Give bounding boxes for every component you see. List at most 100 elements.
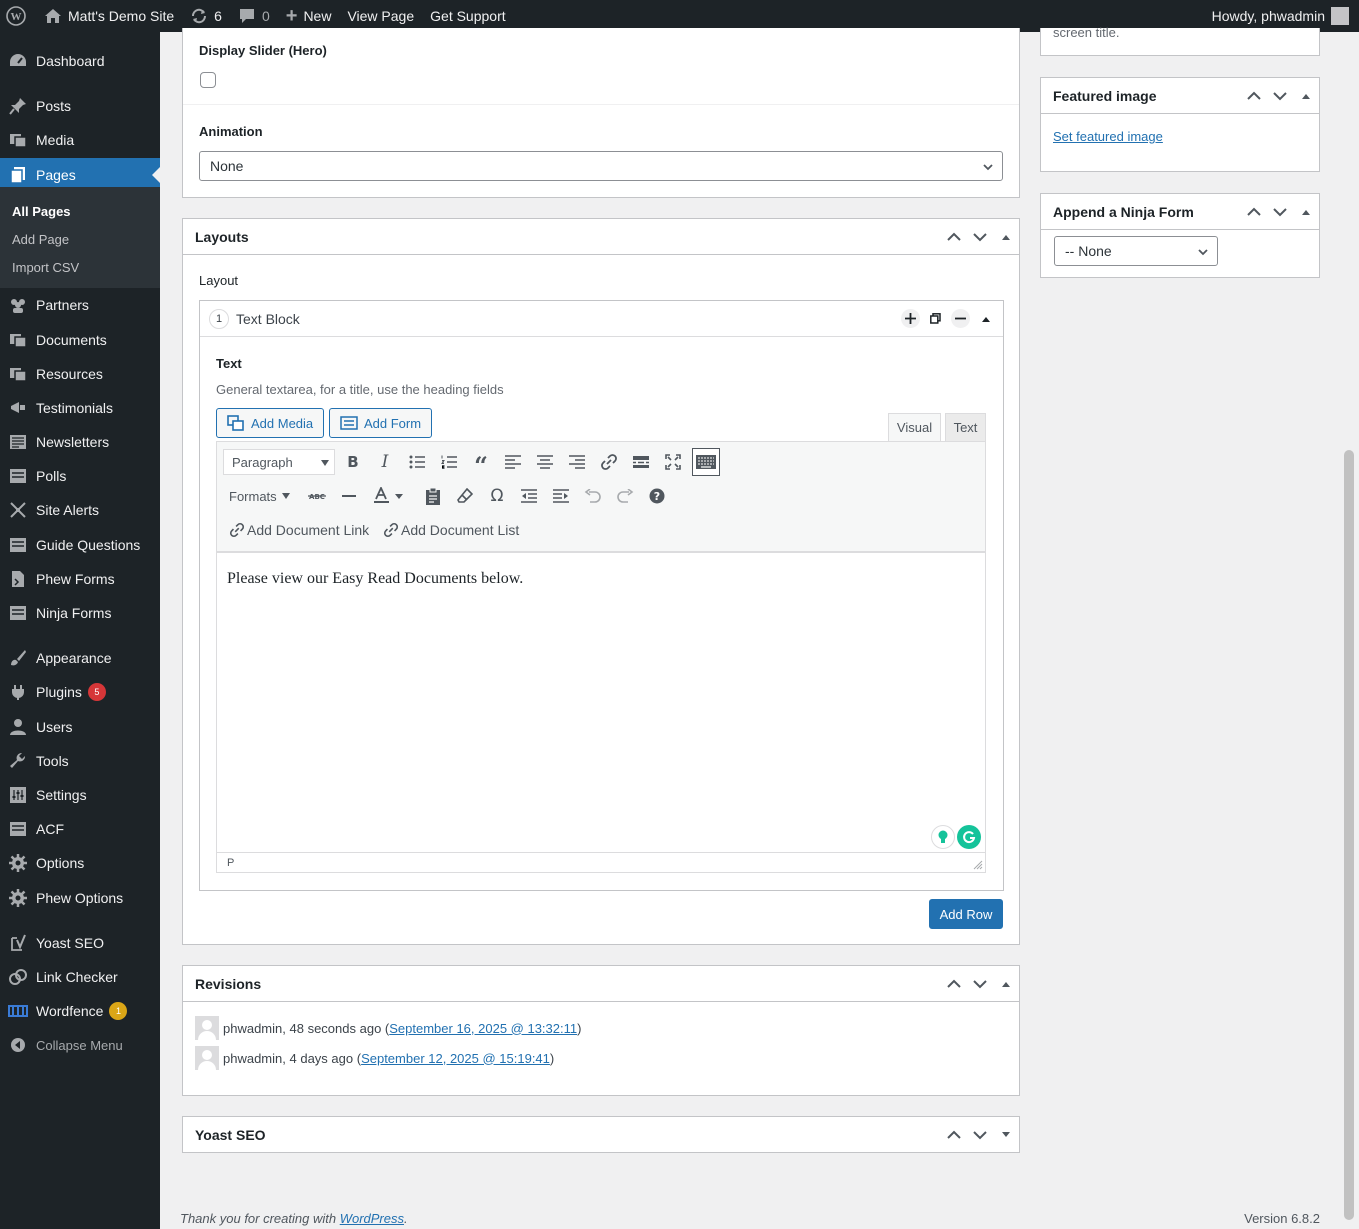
blockquote-button[interactable]: “: [468, 449, 494, 479]
menu-ninja-forms[interactable]: Ninja Forms: [0, 596, 160, 630]
formats-menu[interactable]: Formats: [229, 483, 290, 509]
insert-link-button[interactable]: [596, 449, 622, 475]
menu-newsletters[interactable]: Newsletters: [0, 425, 160, 459]
menu-acf[interactable]: ACF: [0, 812, 160, 846]
grammarly-widget[interactable]: [931, 823, 983, 851]
strikethrough-button[interactable]: ABC: [304, 483, 330, 509]
yoast-panel-header[interactable]: Yoast SEO: [183, 1117, 1019, 1152]
move-up-button[interactable]: [1241, 78, 1267, 114]
menu-resources[interactable]: Resources: [0, 357, 160, 391]
add-row-button[interactable]: Add Row: [929, 899, 1003, 929]
move-up-button[interactable]: [941, 966, 967, 1002]
toggle-panel-button[interactable]: [1293, 78, 1319, 114]
add-form-button[interactable]: Add Form: [329, 408, 433, 438]
collapse-layout-button[interactable]: [976, 309, 995, 328]
revision-link[interactable]: September 12, 2025 @ 15:19:41: [361, 1051, 550, 1066]
menu-appearance[interactable]: Appearance: [0, 641, 160, 675]
clear-formatting-button[interactable]: [452, 483, 478, 509]
read-more-button[interactable]: [628, 449, 654, 475]
toggle-panel-button[interactable]: [993, 219, 1019, 255]
add-document-list-button[interactable]: Add Document List: [383, 518, 519, 542]
menu-yoast-seo[interactable]: Yoast SEO: [0, 926, 160, 960]
toggle-panel-button[interactable]: [1293, 194, 1319, 230]
menu-plugins[interactable]: Plugins 5: [0, 675, 160, 709]
menu-options[interactable]: Options: [0, 846, 160, 880]
toggle-panel-button[interactable]: [993, 1117, 1019, 1153]
align-left-button[interactable]: [500, 449, 526, 475]
menu-dashboard[interactable]: Dashboard: [0, 44, 160, 78]
menu-documents[interactable]: Documents: [0, 323, 160, 357]
numbered-list-button[interactable]: [436, 449, 462, 475]
menu-settings[interactable]: Settings: [0, 778, 160, 812]
set-featured-image-link[interactable]: Set featured image: [1053, 129, 1163, 144]
resize-handle-icon[interactable]: [973, 860, 983, 870]
move-up-button[interactable]: [941, 219, 967, 255]
wordpress-link[interactable]: WordPress: [340, 1211, 404, 1226]
layout-row-header[interactable]: 1 Text Block: [200, 301, 1003, 337]
menu-partners[interactable]: Partners: [0, 288, 160, 322]
bold-button[interactable]: B: [340, 449, 366, 475]
element-path[interactable]: P: [227, 857, 234, 869]
move-down-button[interactable]: [1267, 194, 1293, 230]
menu-phew-forms[interactable]: Phew Forms: [0, 562, 160, 596]
duplicate-layout-button[interactable]: [926, 309, 945, 328]
page-scrollbar[interactable]: [1341, 32, 1359, 1229]
menu-testimonials[interactable]: Testimonials: [0, 391, 160, 425]
tab-visual[interactable]: Visual: [888, 413, 941, 442]
menu-polls[interactable]: Polls: [0, 459, 160, 493]
menu-link-checker[interactable]: Link Checker: [0, 960, 160, 994]
text-color-button[interactable]: [368, 483, 408, 509]
paste-as-text-button[interactable]: [420, 483, 446, 509]
menu-media[interactable]: Media: [0, 123, 160, 157]
fullscreen-button[interactable]: [660, 449, 686, 475]
collapse-menu-button[interactable]: Collapse Menu: [0, 1028, 160, 1062]
align-right-button[interactable]: [564, 449, 590, 475]
redo-button[interactable]: [612, 483, 638, 509]
horizontal-line-button[interactable]: [336, 483, 362, 509]
add-document-link-button[interactable]: Add Document Link: [229, 518, 369, 542]
bullet-list-button[interactable]: [404, 449, 430, 475]
italic-button[interactable]: I: [372, 449, 398, 475]
menu-wordfence[interactable]: Wordfence 1: [0, 994, 160, 1028]
move-down-button[interactable]: [967, 1117, 993, 1153]
wordpress-logo-menu[interactable]: W: [0, 0, 36, 32]
editor-paragraph[interactable]: Please view our Easy Read Documents belo…: [227, 570, 523, 588]
move-down-button[interactable]: [967, 966, 993, 1002]
undo-button[interactable]: [580, 483, 606, 509]
submenu-import-csv[interactable]: Import CSV: [12, 260, 79, 275]
editor-content-area[interactable]: Please view our Easy Read Documents belo…: [217, 552, 985, 852]
menu-phew-options[interactable]: Phew Options: [0, 881, 160, 915]
animation-select[interactable]: None: [199, 151, 1003, 181]
special-character-button[interactable]: Ω: [484, 483, 510, 509]
menu-tools[interactable]: Tools: [0, 744, 160, 778]
ninja-form-select[interactable]: -- None: [1054, 236, 1218, 266]
account-menu[interactable]: Howdy, phwadmin: [1212, 7, 1359, 25]
move-down-button[interactable]: [1267, 78, 1293, 114]
align-center-button[interactable]: [532, 449, 558, 475]
move-down-button[interactable]: [967, 219, 993, 255]
menu-guide-questions[interactable]: Guide Questions: [0, 528, 160, 562]
outdent-button[interactable]: [516, 483, 542, 509]
toolbar-toggle-button[interactable]: [692, 448, 720, 476]
move-up-button[interactable]: [1241, 194, 1267, 230]
remove-layout-button[interactable]: [951, 309, 970, 328]
triangle-up-icon: [981, 316, 990, 322]
display-slider-checkbox[interactable]: [200, 72, 216, 88]
submenu-all-pages[interactable]: All Pages: [12, 204, 71, 219]
scrollbar-thumb[interactable]: [1344, 450, 1354, 1220]
toggle-panel-button[interactable]: [993, 966, 1019, 1002]
site-name-menu[interactable]: Matt's Demo Site: [36, 0, 182, 32]
menu-site-alerts[interactable]: Site Alerts: [0, 493, 160, 527]
tab-text[interactable]: Text: [945, 413, 986, 442]
format-select[interactable]: Paragraph: [223, 449, 335, 475]
menu-users[interactable]: Users: [0, 710, 160, 744]
keyboard-shortcuts-button[interactable]: ?: [644, 483, 670, 509]
indent-button[interactable]: [548, 483, 574, 509]
add-layout-button[interactable]: [901, 309, 920, 328]
move-up-button[interactable]: [941, 1117, 967, 1153]
add-media-button[interactable]: Add Media: [216, 408, 325, 438]
revision-link[interactable]: September 16, 2025 @ 13:32:11: [389, 1021, 577, 1036]
menu-posts[interactable]: Posts: [0, 89, 160, 123]
horizontal-line-icon: [342, 495, 356, 497]
submenu-add-page[interactable]: Add Page: [12, 232, 69, 247]
